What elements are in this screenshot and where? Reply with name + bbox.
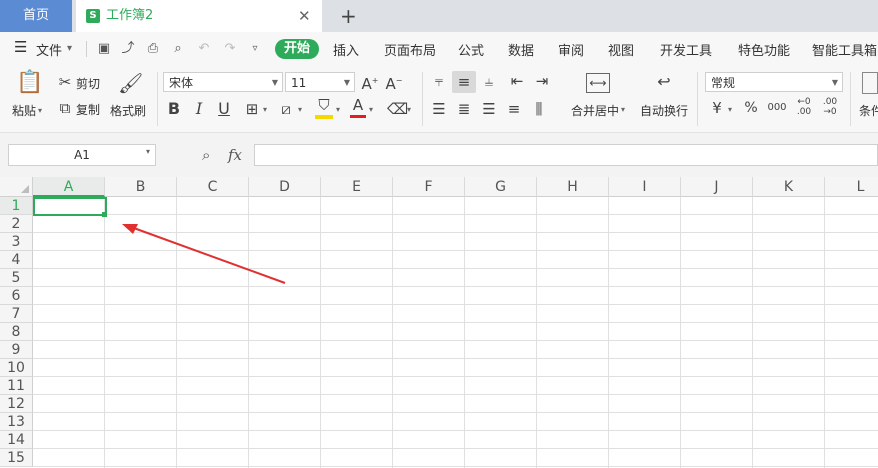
borders-icon[interactable]: ⊞: [243, 100, 261, 118]
chevron-down-icon[interactable]: ▾: [263, 105, 267, 114]
chevron-down-icon: ▼: [343, 78, 350, 87]
cell-style-icon[interactable]: ⧄: [277, 100, 295, 118]
format-painter-icon[interactable]: 🖌: [118, 70, 143, 96]
distributed-icon[interactable]: ⫼: [530, 100, 548, 118]
menu-view[interactable]: 视图: [608, 40, 634, 59]
chevron-down-icon[interactable]: ▾: [146, 147, 150, 156]
currency-button[interactable]: ¥: [709, 99, 725, 117]
document-title: 工作簿2: [106, 8, 154, 23]
menu-features[interactable]: 特色功能: [738, 40, 790, 59]
chevron-down-icon[interactable]: ▾: [336, 105, 340, 114]
menu-file[interactable]: 文件: [36, 40, 62, 59]
menu-smart-toolbox[interactable]: 智能工具箱: [812, 40, 877, 59]
spreadsheet-grid[interactable]: ABCDEFGHIJKL 1 2 3 4 5 6 7 8 9 10 11 12 13 14 15: [0, 177, 878, 468]
chevron-down-icon[interactable]: ▾: [67, 43, 72, 54]
chevron-down-icon[interactable]: ▾: [369, 105, 373, 114]
align-center-icon[interactable]: ≣: [455, 100, 473, 118]
zoom-search-icon[interactable]: ⌕: [202, 146, 210, 164]
font-size-value: 11: [291, 76, 307, 90]
close-tab-icon[interactable]: ✕: [298, 0, 311, 32]
formula-bar: A1 ▾ ⌕ fx: [0, 133, 878, 177]
chevron-down-icon[interactable]: ▾: [728, 105, 732, 114]
redo-icon[interactable]: ↷: [222, 41, 238, 57]
increase-decimal-icon[interactable]: ←0.00: [794, 97, 814, 117]
copy-button[interactable]: 复制: [76, 101, 100, 118]
paste-button[interactable]: 粘贴: [12, 102, 36, 119]
tab-document[interactable]: S 工作簿2 ✕: [76, 0, 322, 32]
thousands-button[interactable]: 000: [766, 99, 788, 117]
wrap-text-icon[interactable]: ↩: [652, 73, 676, 91]
font-name-value: 宋体: [169, 76, 194, 90]
underline-button[interactable]: U: [216, 100, 232, 118]
undo-icon[interactable]: ↶: [196, 41, 212, 57]
menu-insert[interactable]: 插入: [333, 40, 359, 59]
export-icon[interactable]: ⤴: [120, 41, 136, 57]
format-painter-button[interactable]: 格式刷: [110, 102, 146, 119]
hamburger-icon[interactable]: ☰: [14, 38, 27, 56]
customize-toolbar-icon[interactable]: ▿: [247, 41, 263, 57]
align-top-icon[interactable]: ⫧: [430, 72, 448, 90]
fill-color-swatch: [315, 115, 333, 119]
tab-home[interactable]: 首页: [0, 0, 72, 32]
copy-icon[interactable]: ⧉: [56, 99, 74, 117]
fx-button[interactable]: fx: [228, 146, 242, 164]
chevron-down-icon: ▼: [831, 78, 838, 87]
clear-format-icon[interactable]: ⌫: [387, 100, 408, 118]
chevron-down-icon: ▼: [271, 78, 278, 87]
font-color-icon[interactable]: A: [350, 96, 366, 114]
chevron-down-icon[interactable]: ▾: [621, 105, 625, 114]
increase-font-icon[interactable]: A+: [361, 72, 379, 93]
indent-decrease-icon[interactable]: ⇤: [508, 72, 526, 90]
paste-icon[interactable]: 📋: [16, 70, 43, 96]
align-bottom-icon[interactable]: ⫨: [480, 72, 498, 90]
cut-button[interactable]: 剪切: [76, 75, 100, 92]
name-box-value: A1: [74, 148, 90, 162]
merge-center-icon[interactable]: ⟷: [586, 73, 610, 93]
number-format-select[interactable]: 常规 ▼: [705, 72, 843, 92]
menu-review[interactable]: 审阅: [558, 40, 584, 59]
font-size-select[interactable]: 11 ▼: [285, 72, 355, 92]
wrap-text-button[interactable]: 自动换行: [640, 102, 688, 119]
print-preview-icon[interactable]: ⌕: [170, 41, 186, 57]
menu-start[interactable]: 开始: [275, 39, 319, 59]
percent-button[interactable]: %: [742, 99, 760, 117]
number-format-value: 常规: [711, 76, 736, 90]
ribbon: 📋 粘贴 ▾ ✂ 剪切 ⧉ 复制 🖌 格式刷 宋体 ▼ 11 ▼ A+ A− B I…: [0, 66, 878, 133]
justify-icon[interactable]: ≡: [505, 100, 523, 118]
italic-button[interactable]: I: [192, 100, 206, 118]
chevron-down-icon[interactable]: ▾: [298, 105, 302, 114]
decrease-decimal-icon[interactable]: .00 →0: [820, 97, 840, 117]
fill-color-icon[interactable]: ⛉: [315, 96, 333, 114]
spreadsheet-icon: S: [86, 9, 100, 23]
scissors-icon[interactable]: ✂: [56, 73, 74, 91]
bold-button[interactable]: B: [166, 100, 182, 118]
align-left-icon[interactable]: ☰: [430, 100, 448, 118]
conditional-format-button[interactable]: 条件: [859, 102, 878, 119]
annotation-arrow: [122, 224, 286, 284]
save-icon[interactable]: ▣: [96, 41, 112, 57]
merge-center-button[interactable]: 合并居中: [571, 102, 619, 119]
arrow-shaft: [130, 226, 286, 284]
menu-data[interactable]: 数据: [508, 40, 534, 59]
chevron-down-icon[interactable]: ▾: [407, 105, 411, 114]
menu-page-layout[interactable]: 页面布局: [384, 40, 436, 59]
chevron-down-icon[interactable]: ▾: [38, 106, 42, 115]
new-tab-icon[interactable]: +: [340, 0, 357, 32]
align-middle-icon[interactable]: ≡: [452, 71, 476, 93]
menu-bar: ☰ 文件 ▾ ▣ ⤴ ⎙ ⌕ ↶ ↷ ▿ 开始 插入 页面布局 公式 数据 审阅…: [0, 32, 878, 66]
decrease-font-icon[interactable]: A−: [385, 72, 403, 93]
font-color-swatch: [350, 115, 366, 118]
print-icon[interactable]: ⎙: [145, 41, 161, 57]
menu-developer[interactable]: 开发工具: [660, 40, 712, 59]
font-name-select[interactable]: 宋体 ▼: [163, 72, 283, 92]
conditional-format-icon[interactable]: [862, 72, 878, 94]
menu-formulas[interactable]: 公式: [458, 40, 484, 59]
name-box[interactable]: A1: [8, 144, 156, 166]
align-right-icon[interactable]: ☰: [480, 100, 498, 118]
formula-input[interactable]: [254, 144, 878, 166]
indent-increase-icon[interactable]: ⇥: [533, 72, 551, 90]
